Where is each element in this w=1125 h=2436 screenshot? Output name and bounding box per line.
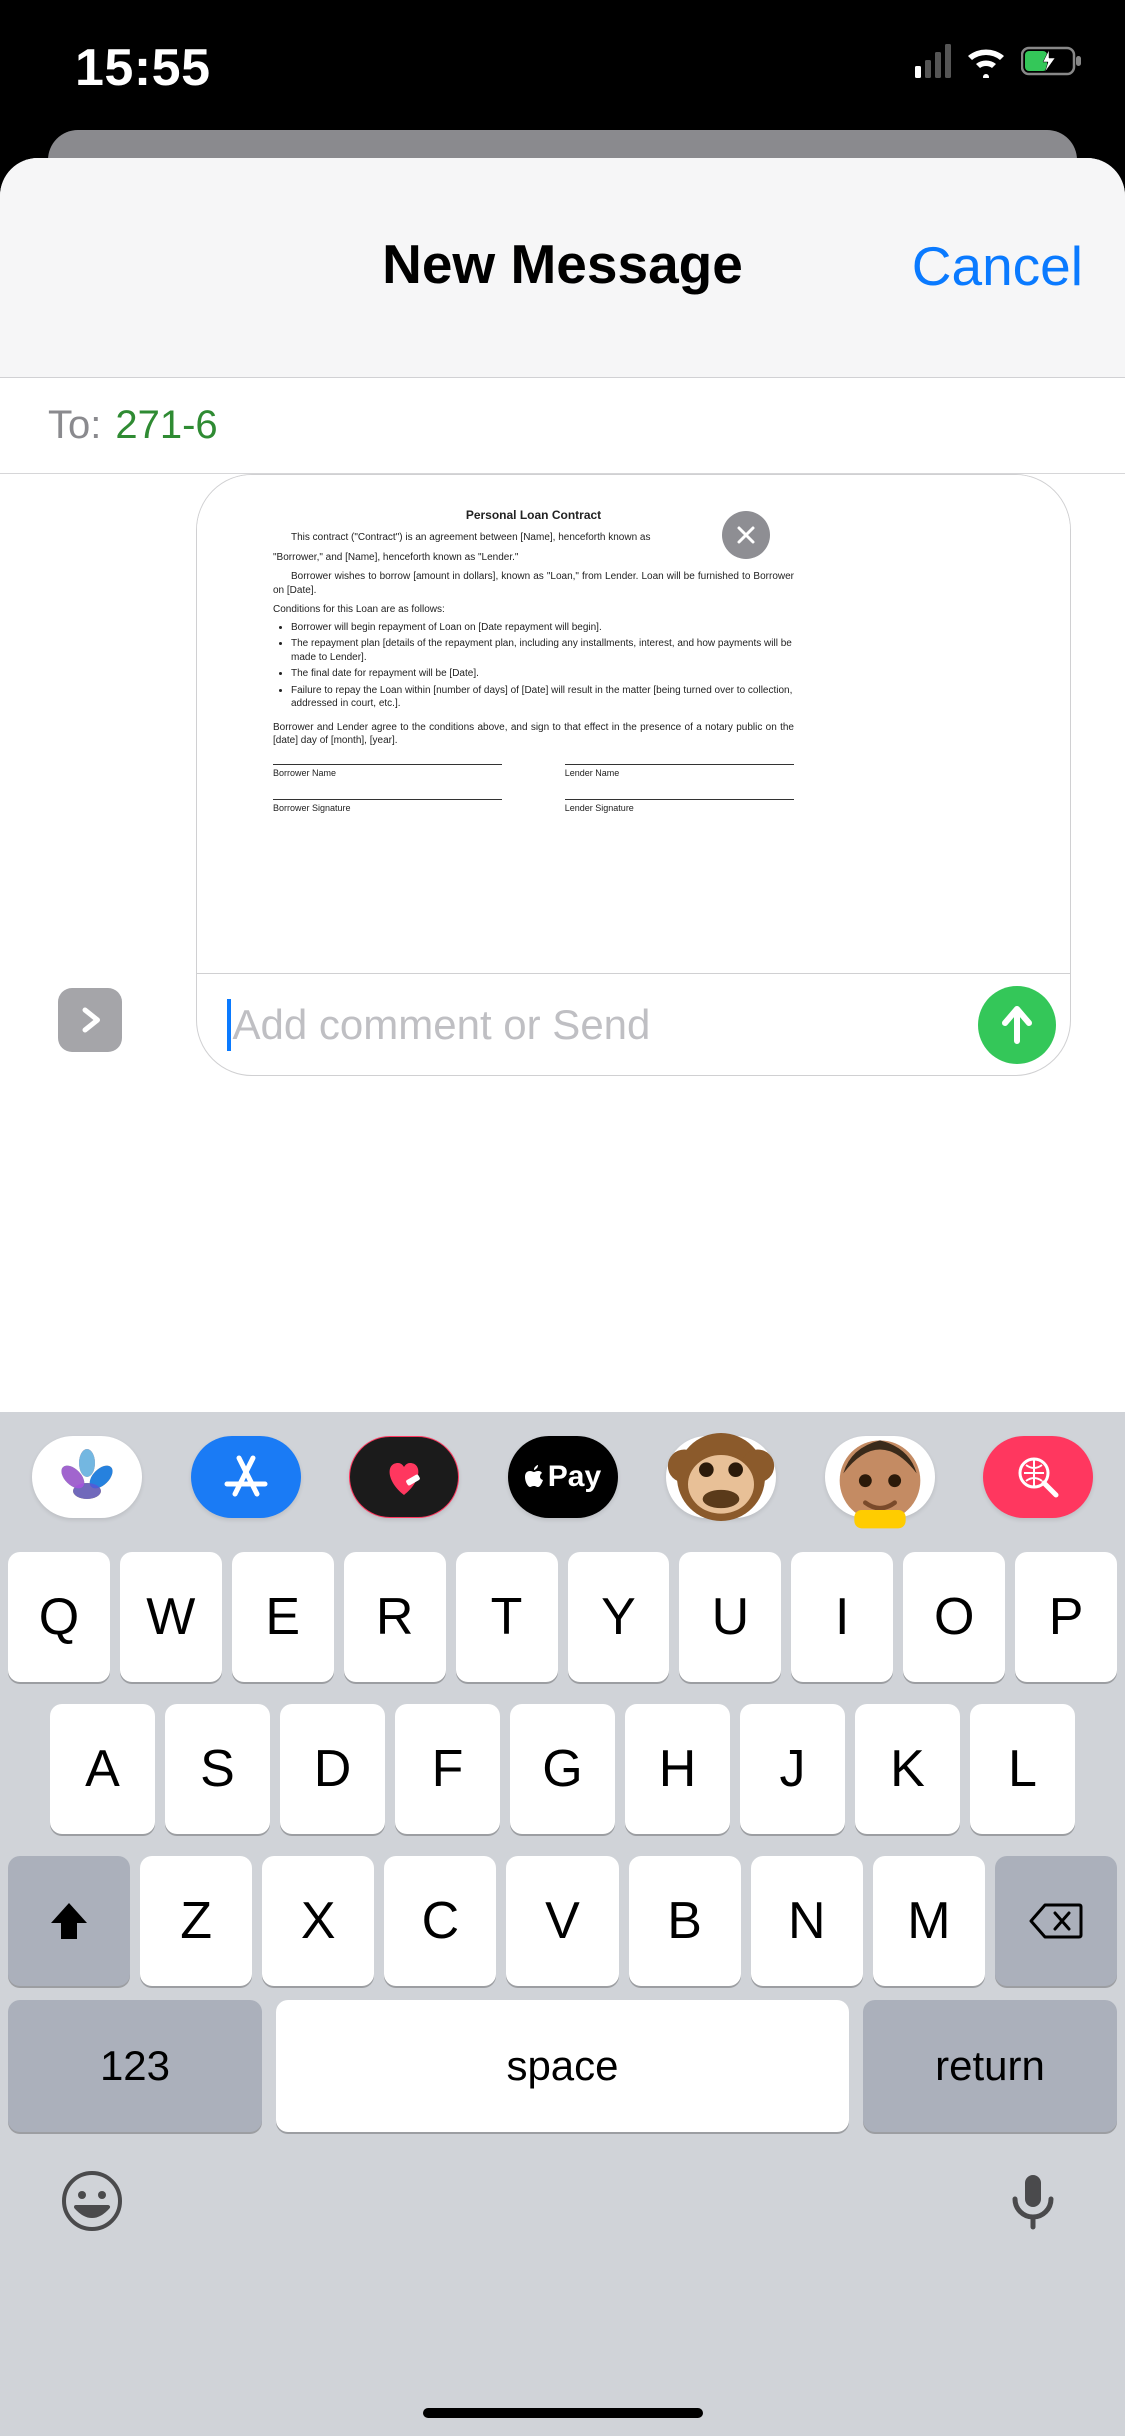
microphone-icon	[1001, 2169, 1065, 2233]
attachment-bubble: Personal Loan Contract This contract ("C…	[196, 474, 1071, 1076]
numbers-key[interactable]: 123	[8, 2000, 262, 2132]
compose-header: New Message Cancel	[0, 158, 1125, 378]
monkey-memoji-icon	[666, 1422, 776, 1532]
key-m[interactable]: M	[873, 1856, 985, 1986]
emoji-button[interactable]	[60, 2169, 124, 2238]
space-key[interactable]: space	[276, 2000, 849, 2132]
text-cursor	[227, 999, 231, 1051]
status-time: 15:55	[75, 38, 211, 98]
key-o[interactable]: O	[903, 1552, 1005, 1682]
key-p[interactable]: P	[1015, 1552, 1117, 1682]
doc-title: Personal Loan Contract	[273, 507, 794, 523]
wifi-icon	[963, 44, 1009, 78]
key-v[interactable]: V	[506, 1856, 618, 1986]
globe-search-icon	[1014, 1453, 1062, 1501]
keyboard: Pay	[0, 1412, 1125, 2436]
dictation-button[interactable]	[1001, 2169, 1065, 2238]
key-f[interactable]: F	[395, 1704, 500, 1834]
key-k[interactable]: K	[855, 1704, 960, 1834]
photos-app-button[interactable]	[32, 1436, 142, 1518]
key-g[interactable]: G	[510, 1704, 615, 1834]
key-y[interactable]: Y	[568, 1552, 670, 1682]
keyboard-footer	[0, 2144, 1125, 2274]
key-j[interactable]: J	[740, 1704, 845, 1834]
key-e[interactable]: E	[232, 1552, 334, 1682]
backspace-icon	[1029, 1901, 1083, 1941]
key-i[interactable]: I	[791, 1552, 893, 1682]
message-input[interactable]: Add comment or Send	[197, 973, 1070, 1075]
keyboard-row-bottom: 123 space return	[0, 2000, 1125, 2144]
home-indicator[interactable]	[423, 2408, 703, 2418]
battery-charging-icon	[1021, 46, 1085, 76]
photos-icon	[59, 1449, 115, 1505]
key-x[interactable]: X	[262, 1856, 374, 1986]
message-placeholder: Add comment or Send	[233, 1001, 651, 1049]
apple-logo-icon	[524, 1464, 546, 1490]
document-thumbnail: Personal Loan Contract This contract ("C…	[273, 503, 794, 949]
shift-icon	[47, 1901, 91, 1941]
doc-bullets: Borrower will begin repayment of Loan on…	[273, 621, 794, 711]
apple-pay-button[interactable]: Pay	[508, 1436, 618, 1518]
status-icons	[915, 44, 1085, 78]
key-n[interactable]: N	[751, 1856, 863, 1986]
key-a[interactable]: A	[50, 1704, 155, 1834]
app-drawer-toggle[interactable]	[58, 988, 122, 1052]
backspace-key[interactable]	[995, 1856, 1117, 1986]
key-w[interactable]: W	[120, 1552, 222, 1682]
send-button[interactable]	[978, 986, 1056, 1064]
compose-sheet: New Message Cancel To: 271-6 Personal Lo…	[0, 158, 1125, 2436]
emoji-icon	[60, 2169, 124, 2233]
remove-attachment-button[interactable]	[722, 511, 770, 559]
shift-key[interactable]	[8, 1856, 130, 1986]
app-store-icon	[219, 1450, 273, 1504]
keyboard-row-1: Q W E R T Y U I O P	[8, 1552, 1117, 1682]
heart-icon	[380, 1453, 428, 1501]
key-s[interactable]: S	[165, 1704, 270, 1834]
chevron-right-icon	[75, 1003, 105, 1037]
arrow-up-icon	[999, 1005, 1035, 1045]
keyboard-row-3: Z X C V B N M	[8, 1856, 1117, 1986]
to-field[interactable]: To: 271-6	[0, 378, 1125, 474]
key-q[interactable]: Q	[8, 1552, 110, 1682]
status-bar: 15:55	[0, 0, 1125, 134]
keyboard-row-2: A S D F G H J K L	[8, 1704, 1117, 1834]
app-store-button[interactable]	[191, 1436, 301, 1518]
fitness-app-button[interactable]	[349, 1436, 459, 1518]
animoji-app-button[interactable]	[825, 1436, 935, 1518]
return-key[interactable]: return	[863, 2000, 1117, 2132]
to-value: 271-6	[115, 403, 217, 448]
key-l[interactable]: L	[970, 1704, 1075, 1834]
key-r[interactable]: R	[344, 1552, 446, 1682]
search-app-button[interactable]	[983, 1436, 1093, 1518]
person-memoji-icon	[825, 1422, 935, 1532]
memoji-app-button[interactable]	[666, 1436, 776, 1518]
apple-pay-label: Pay	[548, 1460, 601, 1494]
key-c[interactable]: C	[384, 1856, 496, 1986]
cancel-button[interactable]: Cancel	[912, 234, 1083, 298]
key-b[interactable]: B	[629, 1856, 741, 1986]
to-label: To:	[48, 403, 101, 448]
key-t[interactable]: T	[456, 1552, 558, 1682]
close-icon	[735, 524, 757, 546]
cellular-signal-icon	[915, 44, 951, 78]
app-strip: Pay	[0, 1412, 1125, 1542]
key-z[interactable]: Z	[140, 1856, 252, 1986]
key-u[interactable]: U	[679, 1552, 781, 1682]
key-h[interactable]: H	[625, 1704, 730, 1834]
key-d[interactable]: D	[280, 1704, 385, 1834]
attachment-preview[interactable]: Personal Loan Contract This contract ("C…	[197, 475, 1070, 973]
